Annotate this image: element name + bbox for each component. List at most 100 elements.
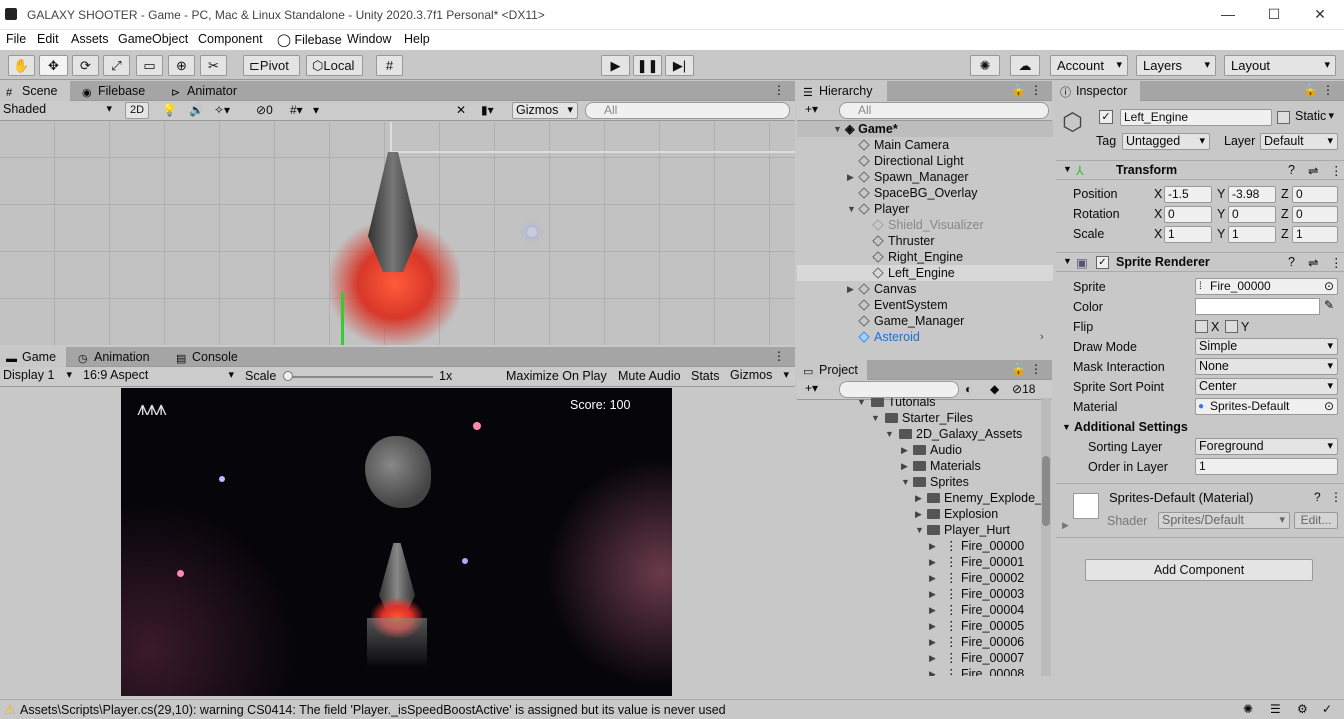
expand-icon[interactable]: ▶: [915, 490, 922, 506]
list-item[interactable]: ▶ Explosion: [797, 506, 1041, 522]
tab-hierarchy[interactable]: ☰ Hierarchy: [797, 81, 887, 101]
expand-icon[interactable]: ▶: [929, 618, 936, 634]
list-item[interactable]: SpaceBG_Overlay: [797, 185, 1053, 201]
sprite-sort-point-dropdown[interactable]: Center: [1195, 378, 1338, 395]
position-x-input[interactable]: -1.5: [1164, 186, 1212, 203]
more-options-icon[interactable]: ⋮: [1330, 163, 1343, 178]
help-icon[interactable]: ?: [1288, 255, 1295, 269]
expand-icon[interactable]: ▶: [901, 458, 908, 474]
list-item[interactable]: Main Camera: [797, 137, 1053, 153]
tools-icon[interactable]: ✕: [456, 103, 466, 117]
object-picker-icon[interactable]: ⊙: [1324, 399, 1334, 414]
list-item-selected[interactable]: Left_Engine: [797, 265, 1053, 281]
mask-interaction-dropdown[interactable]: None: [1195, 358, 1338, 375]
list-item[interactable]: ▶ ⋮ Fire_00008: [797, 666, 1041, 676]
list-item[interactable]: ▶ Materials: [797, 458, 1041, 474]
add-component-button[interactable]: Add Component: [1085, 559, 1313, 581]
color-swatch[interactable]: [1195, 298, 1320, 315]
shading-dropdown[interactable]: Shaded: [0, 102, 116, 119]
scene-search-input[interactable]: All: [585, 102, 790, 119]
play-icon[interactable]: ▶: [601, 55, 630, 76]
expand-icon[interactable]: ▶: [901, 442, 908, 458]
display-dropdown[interactable]: Display 1: [0, 368, 76, 385]
more-options-icon[interactable]: ⋮: [1330, 490, 1342, 504]
sorting-layer-dropdown[interactable]: Foreground: [1195, 438, 1338, 455]
list-item[interactable]: ▶ ⋮ Fire_00007: [797, 650, 1041, 666]
preset-icon[interactable]: ⇌: [1308, 255, 1318, 270]
menu-component[interactable]: Component: [198, 32, 263, 46]
list-item[interactable]: ▶ ⋮ Fire_00005: [797, 618, 1041, 634]
layer-dropdown[interactable]: Default: [1260, 133, 1338, 150]
scene-options-icon[interactable]: ▾: [313, 103, 319, 117]
expand-icon[interactable]: ▶: [929, 570, 936, 586]
stats-button[interactable]: Stats: [691, 369, 720, 383]
expand-icon[interactable]: ▶: [929, 586, 936, 602]
list-item[interactable]: Thruster: [797, 233, 1053, 249]
debug-mode-icon[interactable]: ⚙: [1297, 702, 1308, 716]
pause-icon[interactable]: ❚❚: [633, 55, 662, 76]
pivot-button[interactable]: ⊏Pivot: [243, 55, 300, 76]
collapse-icon[interactable]: ▼: [871, 410, 880, 426]
more-options-icon[interactable]: ⋮: [1030, 83, 1042, 97]
list-item[interactable]: ▶ ⋮ Fire_00006: [797, 634, 1041, 650]
camera-icon[interactable]: ▮▾: [481, 103, 494, 117]
expand-icon[interactable]: ▶: [929, 602, 936, 618]
cloud-icon[interactable]: ☁: [1010, 55, 1040, 76]
list-item[interactable]: EventSystem: [797, 297, 1053, 313]
collapse-icon[interactable]: ▼: [847, 201, 856, 217]
list-item[interactable]: ▼ Player: [797, 201, 1053, 217]
chevron-right-icon[interactable]: ›: [1040, 329, 1044, 345]
custom-tool-icon[interactable]: ✂: [200, 55, 227, 76]
list-item[interactable]: Game_Manager: [797, 313, 1053, 329]
collapse-icon[interactable]: ▼: [901, 474, 910, 490]
expand-icon[interactable]: ▶: [929, 538, 936, 554]
flip-x-checkbox[interactable]: [1195, 320, 1208, 333]
cache-icon[interactable]: ☰: [1270, 702, 1281, 716]
account-dropdown[interactable]: Account: [1050, 55, 1128, 76]
expand-icon[interactable]: ▶: [929, 650, 936, 666]
material-field[interactable]: Sprites-Default ● ⊙: [1195, 398, 1338, 415]
hidden-objects-icon[interactable]: ⊘0: [256, 103, 273, 117]
draw-mode-dropdown[interactable]: Simple: [1195, 338, 1338, 355]
step-icon[interactable]: ▶|: [665, 55, 694, 76]
minimize-icon[interactable]: —: [1218, 6, 1238, 24]
tab-game[interactable]: ▬ Game: [0, 347, 66, 367]
preset-icon[interactable]: ⇌: [1308, 163, 1318, 178]
collapse-icon[interactable]: ▼: [885, 426, 894, 442]
position-z-input[interactable]: 0: [1292, 186, 1338, 203]
menu-file[interactable]: File: [6, 32, 26, 46]
active-checkbox[interactable]: ✓: [1099, 110, 1113, 124]
shader-dropdown[interactable]: Sprites/Default: [1158, 512, 1290, 529]
maximize-icon[interactable]: ☐: [1264, 6, 1284, 24]
more-options-icon[interactable]: ⋮: [1330, 255, 1343, 270]
scene-viewport[interactable]: [0, 122, 795, 345]
list-item[interactable]: ▼ Starter_Files: [797, 410, 1041, 426]
list-item[interactable]: ▶ ⋮ Fire_00002: [797, 570, 1041, 586]
tab-animator[interactable]: ⊳ Animator: [165, 81, 249, 101]
grid-toggle-icon[interactable]: #▾: [290, 103, 303, 117]
scale-x-input[interactable]: 1: [1164, 226, 1212, 243]
add-icon[interactable]: +▾: [805, 102, 818, 116]
scale-y-input[interactable]: 1: [1228, 226, 1276, 243]
hidden-packages-icon[interactable]: ⊘18: [1012, 382, 1035, 396]
edit-shader-button[interactable]: Edit...: [1294, 512, 1338, 529]
collapse-icon[interactable]: ▼: [1063, 256, 1072, 266]
layers-dropdown[interactable]: Layers: [1136, 55, 1216, 76]
object-picker-icon[interactable]: ⊙: [1324, 279, 1334, 294]
tab-project[interactable]: ▭ Project: [797, 360, 867, 380]
more-options-icon[interactable]: ⋮: [1030, 362, 1042, 376]
project-search-input[interactable]: [839, 381, 959, 398]
scale-slider-handle[interactable]: [283, 371, 293, 381]
static-checkbox[interactable]: [1277, 111, 1290, 124]
expand-icon[interactable]: ▶: [929, 554, 936, 570]
label-icon[interactable]: ◆: [990, 382, 999, 396]
move-gizmo-y[interactable]: [341, 292, 344, 345]
list-item[interactable]: Right_Engine: [797, 249, 1053, 265]
tab-inspector[interactable]: ⓘ Inspector: [1054, 81, 1140, 101]
collapse-icon[interactable]: ▼: [1062, 422, 1071, 432]
auto-generate-lighting-icon[interactable]: ✺: [1243, 702, 1253, 716]
close-icon[interactable]: ✕: [1310, 6, 1330, 24]
lock-icon[interactable]: 🔒: [1303, 83, 1318, 97]
list-item[interactable]: ▶ Spawn_Manager: [797, 169, 1053, 185]
transform-tool-icon[interactable]: ⊕: [168, 55, 195, 76]
